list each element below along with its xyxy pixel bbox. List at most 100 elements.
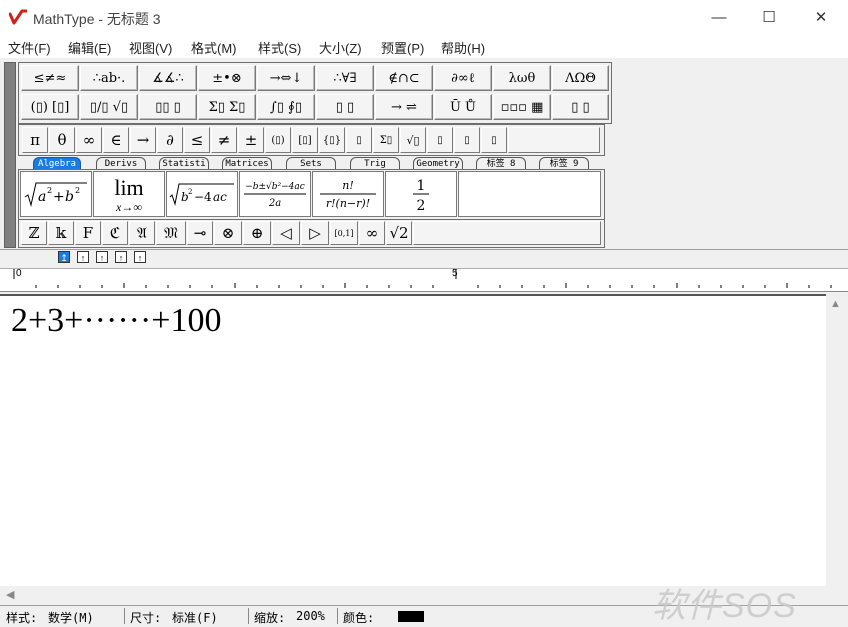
tab-derivs[interactable]: Derivs (96, 157, 146, 169)
symbol-fraktur-m[interactable]: 𝔐 (156, 221, 186, 245)
product-templates-button[interactable]: Ū Ů (434, 94, 492, 120)
equation-content[interactable]: 2+3+······+100 (11, 302, 221, 340)
symbol-fraktur-c[interactable]: ℭ (102, 221, 128, 245)
operators-palette-button[interactable]: ±•⊗ (198, 65, 256, 91)
symbol-otimes[interactable]: ⊗ (214, 221, 242, 245)
discriminant-expression-icon: b 2 −4 ac (169, 183, 234, 206)
menu-file[interactable]: 文件(F) (8, 38, 51, 57)
set-theory-palette-button[interactable]: ∉∩⊂ (375, 65, 433, 91)
menu-size[interactable]: 大小(Z) (319, 38, 362, 57)
symbol-script-f[interactable]: F (75, 221, 101, 245)
template-quadratic-formula[interactable]: −b±√b²−4ac 2a (239, 171, 311, 217)
symbol-plus-minus[interactable]: ± (238, 127, 264, 153)
misc-symbols-palette-button[interactable]: ∂∞ℓ (434, 65, 492, 91)
matrix-templates-button[interactable]: ▫▫▫ ▦ (493, 94, 551, 120)
spaces-ellipses-palette-button[interactable]: ∴ab·. (80, 65, 138, 91)
tab-statistics[interactable]: Statisti (159, 157, 209, 169)
tab-geometry[interactable]: Geometry (413, 157, 463, 169)
integral-templates-button[interactable]: ∫▯ ∮▯ (257, 94, 315, 120)
symbol-infinity-2[interactable]: ∞ (359, 221, 385, 245)
menu-format[interactable]: 格式(M) (191, 38, 237, 57)
symbol-field-k[interactable]: 𝕜 (48, 221, 74, 245)
symbol-sqrt-2[interactable]: √2 (386, 221, 412, 245)
symbol-neq[interactable]: ≠ (211, 127, 237, 153)
toolbar-grip[interactable] (4, 62, 16, 248)
overbar-templates-button[interactable]: ▯ ▯ (316, 94, 374, 120)
tab-matrices[interactable]: Matrices (222, 157, 272, 169)
symbol-infinity[interactable]: ∞ (76, 127, 102, 153)
symbol-closed-interval[interactable]: [0,1] (330, 221, 358, 245)
pythagorean-expression-icon: a 2 + b 2 (24, 182, 87, 207)
window-title: MathType - 无标题 3 (33, 11, 161, 27)
summation-templates-button[interactable]: Σ▯ Σ▯ (198, 94, 256, 120)
symbol-fraktur-a[interactable]: 𝔄 (129, 221, 155, 245)
status-separator (248, 608, 249, 624)
superscript-template[interactable]: ▯ (427, 127, 453, 153)
menu-style[interactable]: 样式(S) (258, 38, 301, 57)
arrows-palette-button[interactable]: →⇔↓ (257, 65, 315, 91)
template-discriminant[interactable]: b 2 −4 ac (166, 171, 238, 217)
sub-superscript-template[interactable]: ▯ (481, 127, 507, 153)
symbol-element-of[interactable]: ∈ (103, 127, 129, 153)
empty-symbol-slot (508, 127, 600, 153)
scroll-left-arrow-icon[interactable]: ◀ (6, 588, 14, 601)
maximize-button[interactable]: ☐ (744, 0, 794, 34)
menu-preferences[interactable]: 预置(P) (381, 38, 424, 57)
status-style-label: 样式: (6, 611, 38, 625)
summation-template[interactable]: Σ▯ (373, 127, 399, 153)
vertical-scrollbar[interactable]: ▲ (826, 294, 848, 586)
brackets-template[interactable]: [▯] (292, 127, 318, 153)
logic-palette-button[interactable]: ∴∀∃ (316, 65, 374, 91)
tab-sets[interactable]: Sets (286, 157, 336, 169)
braces-template[interactable]: {▯} (319, 127, 345, 153)
ruler[interactable]: 0 5 (0, 268, 848, 292)
template-limit[interactable]: lim x→∞ (93, 171, 165, 217)
menu-edit[interactable]: 编辑(E) (68, 38, 111, 57)
template-one-half[interactable]: 1 2 (385, 171, 457, 217)
close-button[interactable]: ✕ (796, 0, 846, 34)
symbol-partial[interactable]: ∂ (157, 127, 183, 153)
svg-text:lim: lim (114, 175, 143, 200)
symbol-right-arrow[interactable]: → (130, 127, 156, 153)
tab-label-9[interactable]: 标签 9 (539, 157, 589, 169)
labeled-arrow-templates-button[interactable]: → ⇌ (375, 94, 433, 120)
script-templates-button[interactable]: ▯▯ ▯ (139, 94, 197, 120)
sqrt-template[interactable]: √▯ (400, 127, 426, 153)
scroll-up-arrow-icon[interactable]: ▲ (830, 298, 841, 310)
status-size-value: 标准(F) (172, 611, 218, 625)
left-tab-stop-button[interactable]: ↥ (58, 251, 70, 263)
box-templates-button[interactable]: ▯ ▯ (552, 94, 609, 120)
center-tab-stop-button[interactable]: ↑ (77, 251, 89, 263)
fraction-radical-templates-button[interactable]: ▯/▯ √▯ (80, 94, 138, 120)
template-combination[interactable]: n! r!(n−r)! (312, 171, 384, 217)
menu-help[interactable]: 帮助(H) (441, 38, 485, 57)
symbol-theta[interactable]: θ (49, 127, 75, 153)
right-tab-stop-button[interactable]: ↑ (96, 251, 108, 263)
minimize-button[interactable]: — (694, 0, 744, 34)
menu-view[interactable]: 视图(V) (129, 38, 172, 57)
symbol-pi[interactable]: π (22, 127, 48, 153)
greek-upper-palette-button[interactable]: ΛΩΘ (552, 65, 609, 91)
symbol-leq[interactable]: ≤ (184, 127, 210, 153)
fence-templates-button[interactable]: (▯) [▯] (21, 94, 79, 120)
decimal-tab-stop-button[interactable]: ↑ (134, 251, 146, 263)
tab-trig[interactable]: Trig (350, 157, 400, 169)
toolbar-separator (0, 249, 848, 250)
ruler-ticks (13, 269, 832, 288)
greek-lower-palette-button[interactable]: λωθ (493, 65, 551, 91)
fraction-template[interactable]: ▯ (346, 127, 372, 153)
tab-label-8[interactable]: 标签 8 (476, 157, 526, 169)
symbol-left-triangle[interactable]: ◁ (272, 221, 300, 245)
relation-tab-stop-button[interactable]: ↑ (115, 251, 127, 263)
svg-text:−4: −4 (194, 190, 212, 204)
relations-palette-button[interactable]: ≤≠≈ (21, 65, 79, 91)
subscript-template[interactable]: ▯ (454, 127, 480, 153)
symbol-integers-set[interactable]: ℤ (21, 221, 47, 245)
tab-algebra[interactable]: Algebra (33, 157, 81, 169)
template-pythagorean[interactable]: a 2 + b 2 (20, 171, 92, 217)
embellishments-palette-button[interactable]: ∡∡∴ (139, 65, 197, 91)
symbol-multimap[interactable]: ⊸ (187, 221, 213, 245)
symbol-oplus[interactable]: ⊕ (243, 221, 271, 245)
symbol-right-triangle[interactable]: ▷ (301, 221, 329, 245)
parentheses-template[interactable]: (▯) (265, 127, 291, 153)
